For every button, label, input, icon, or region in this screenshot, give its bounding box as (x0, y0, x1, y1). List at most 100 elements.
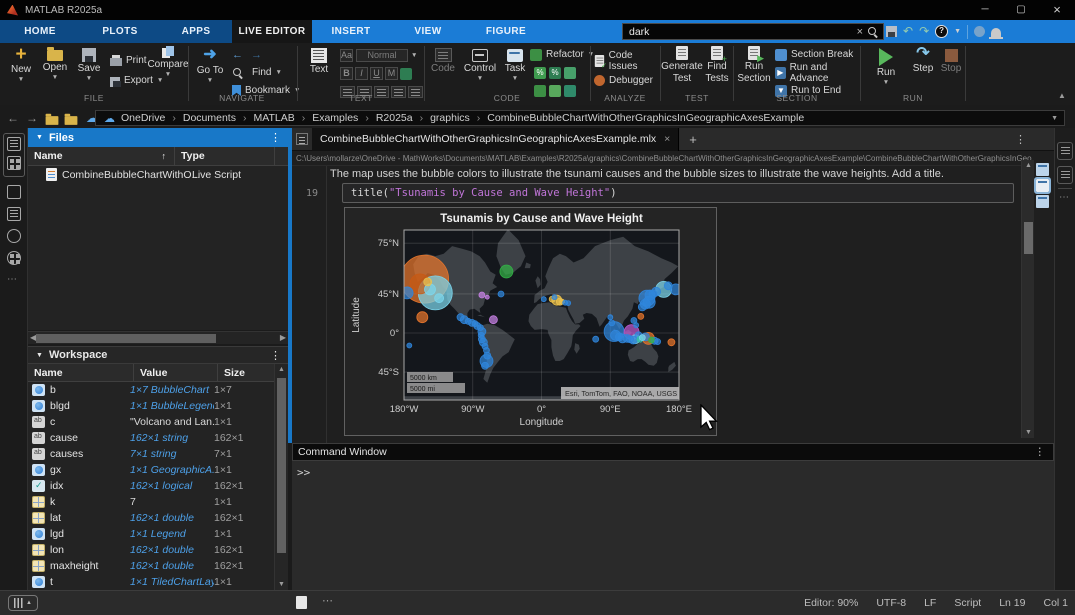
find-button[interactable]: Find▼ (232, 65, 282, 80)
workspace-vertical-scrollbar[interactable]: ▲ ▼ (274, 364, 288, 590)
workspace-row[interactable]: k 7 1×1 (28, 494, 276, 510)
layout-toggle-button[interactable]: ▲ (8, 595, 38, 611)
workspace-col-name[interactable]: Name (28, 364, 134, 381)
breadcrumb-item[interactable]: CombineBubbleChartWithOtherGraphicsInGeo… (470, 112, 804, 124)
workspace-menu-icon[interactable]: ⋮ (270, 349, 281, 362)
ribbon-tab[interactable]: VIEW (390, 20, 466, 43)
files-col-name[interactable]: Name ↑ (28, 147, 175, 165)
bold-button[interactable]: B (340, 67, 353, 80)
document-menu-icon[interactable] (296, 133, 308, 145)
scrollbar-thumb[interactable] (277, 378, 286, 553)
command-window-menu-icon[interactable]: ⋮ (1035, 446, 1046, 458)
new-tab-icon[interactable]: + (679, 132, 707, 147)
clear-search-icon[interactable] (853, 26, 867, 38)
files-panel-header[interactable]: ▼ Files ⋮ (28, 128, 288, 147)
close-icon[interactable] (1039, 0, 1075, 20)
italic-button[interactable]: I (355, 67, 368, 80)
code-line[interactable]: title("Tsunamis by Cause and Wave Height… (342, 183, 1014, 203)
ribbon-tab[interactable]: HOME (0, 20, 80, 43)
workspace-col-value[interactable]: Value (134, 364, 218, 381)
generate-test-button[interactable]: GenerateTest (662, 46, 702, 84)
workspace-row[interactable]: lat 162×1 double 162×1 (28, 510, 276, 526)
control-button[interactable]: Control▼ (460, 46, 500, 82)
scrollbar-thumb[interactable] (36, 334, 216, 343)
back-icon[interactable]: ← (7, 111, 19, 125)
print-button[interactable]: Print (110, 53, 147, 68)
notifications-bell-icon[interactable] (991, 28, 1001, 37)
command-prompt[interactable]: >> (297, 466, 310, 479)
workspace-row[interactable]: t 1×1 TiledChartLay... 1×1 (28, 574, 276, 590)
panel-layout-icon[interactable] (1057, 142, 1073, 160)
ribbon-tab[interactable]: INSERT (312, 20, 390, 43)
files-panel-icon[interactable] (7, 137, 21, 151)
tabstrip-menu-icon[interactable]: ⋮ (1015, 133, 1026, 146)
step-button[interactable]: ↷ Step (908, 46, 938, 74)
workspace-row[interactable]: causes 7×1 string 7×1 (28, 446, 276, 462)
help-icon[interactable]: ? (935, 25, 948, 38)
collapse-caret-icon[interactable]: ▼ (36, 134, 43, 141)
navigate-forward-icon[interactable]: → (251, 49, 262, 61)
workspace-row[interactable]: lon 162×1 double 162×1 (28, 542, 276, 558)
new-button[interactable]: + New▼ (4, 46, 38, 83)
comment-percent-icon[interactable]: % (534, 67, 546, 79)
figure-output[interactable]: 180°W90°W0°90°E180°E75°N45°N0°45°STsunam… (344, 207, 717, 436)
breadcrumb-item[interactable]: R2025a (358, 112, 412, 124)
redo-icon[interactable]: ↷ (919, 23, 929, 40)
workspace-row[interactable]: c "Volcano and Lan... 1×1 (28, 414, 276, 430)
workspace-panel-header[interactable]: ▼ Workspace ⋮ (28, 346, 288, 364)
scrollbar-thumb[interactable] (1024, 222, 1033, 254)
status-more-icon[interactable]: ⋯ (322, 594, 335, 607)
breadcrumb-item[interactable]: graphics (413, 112, 470, 124)
run-advance-button[interactable]: ▶Run and Advance (775, 65, 859, 80)
files-menu-icon[interactable]: ⋮ (270, 131, 281, 144)
ribbon-tab[interactable]: APPS (160, 20, 232, 43)
ribbon-tab[interactable]: LIVE EDITOR (232, 20, 312, 43)
scroll-down-icon[interactable]: ▼ (278, 581, 285, 588)
forward-icon[interactable]: → (26, 111, 38, 125)
search-icon[interactable] (867, 26, 879, 38)
scroll-down-icon[interactable]: ▼ (1025, 429, 1032, 436)
ribbon-tab[interactable]: FIGURE (466, 20, 546, 43)
refactor-button[interactable]: Refactor▼ (530, 47, 594, 62)
workspace-col-size[interactable]: Size (218, 364, 274, 381)
code-issues-button[interactable]: ✓ Code Issues (594, 53, 658, 68)
breadcrumb-dropdown-icon[interactable]: ▼ (1051, 115, 1058, 122)
files-horizontal-scrollbar[interactable]: ◀ ▶ (28, 331, 288, 344)
undo-icon[interactable]: ↶ (903, 23, 913, 40)
uncomment-icon[interactable]: % (549, 67, 561, 79)
file-kind-indicator[interactable]: Script (954, 597, 981, 609)
workspace-row[interactable]: blgd 1×1 BubbleLegend 1×1 (28, 398, 276, 414)
search-box[interactable] (622, 23, 884, 40)
output-thumbnail-icon[interactable] (1036, 163, 1049, 176)
code-outline-icon[interactable] (1057, 166, 1073, 184)
breadcrumb[interactable]: ☁ OneDriveDocumentsMATLABExamplesR2025ag… (95, 110, 1065, 126)
wrap-comments-icon[interactable] (564, 67, 576, 79)
ribbon-tab[interactable]: PLOTS (80, 20, 160, 43)
stop-button[interactable]: Stop (938, 46, 964, 74)
compare-button[interactable]: Compare▼ (149, 46, 187, 78)
task-button[interactable]: Task▼ (500, 46, 530, 82)
scroll-up-icon[interactable]: ▲ (1025, 162, 1032, 169)
livescript-paragraph[interactable]: The map uses the bubble colors to illust… (330, 168, 990, 180)
encoding-indicator[interactable]: UTF-8 (876, 597, 906, 609)
output-thumbnail-icon[interactable] (1036, 195, 1049, 208)
new-folder-icon[interactable] (65, 116, 78, 125)
command-window-header[interactable]: Command Window ⋮ (292, 443, 1054, 461)
files-col-type[interactable]: Type (175, 147, 275, 165)
command-window[interactable]: Command Window ⋮ >> (292, 443, 1054, 590)
scroll-up-icon[interactable]: ▲ (278, 366, 285, 373)
breadcrumb-item[interactable]: Documents (165, 112, 236, 124)
workspace-row[interactable]: cause 162×1 string 162×1 (28, 430, 276, 446)
workspace-row[interactable]: b 1×7 BubbleChart 1×7 (28, 382, 276, 398)
workspace-row[interactable]: idx 162×1 logical 162×1 (28, 478, 276, 494)
sidebar-more-icon[interactable]: ⋯ (7, 274, 18, 285)
help-dropdown-icon[interactable]: ▼ (954, 28, 961, 35)
minimize-icon[interactable] (967, 0, 1003, 20)
find-tests-button[interactable]: + FindTests (702, 46, 732, 84)
section-break-button[interactable]: Section Break (775, 47, 853, 62)
save-button[interactable]: Save▼ (72, 46, 106, 82)
run-button[interactable]: Run▼ (870, 46, 902, 86)
open-button[interactable]: Open▼ (38, 46, 72, 81)
run-section-button[interactable]: ▶ RunSection (735, 46, 773, 84)
editor-scrollbar[interactable]: ▲ ▼ (1021, 160, 1034, 438)
